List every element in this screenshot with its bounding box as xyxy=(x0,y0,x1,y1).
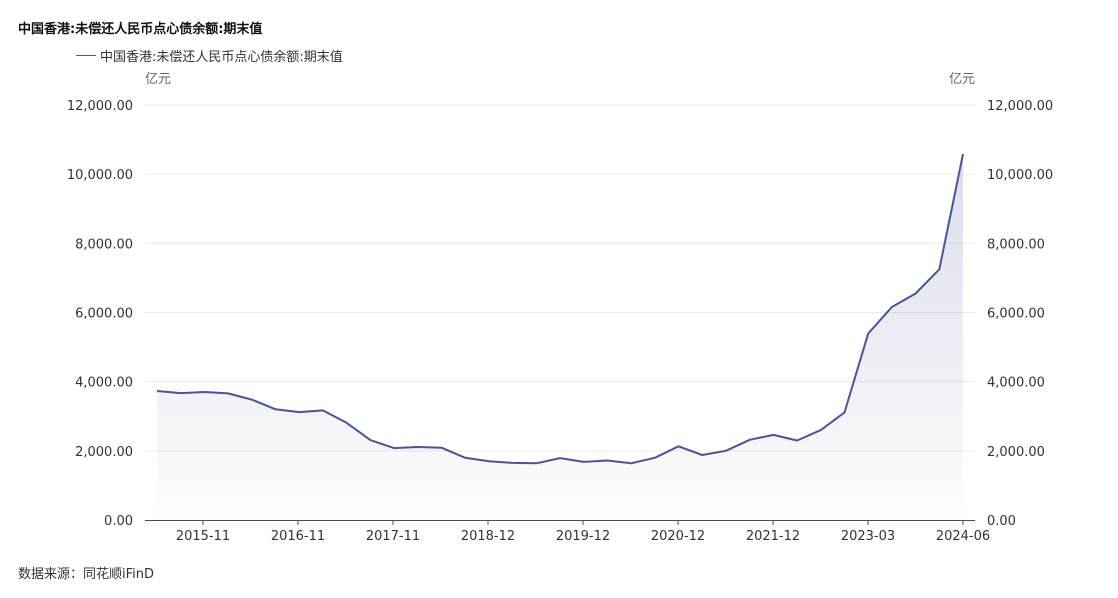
y-tick-label-right: 0.00 xyxy=(987,514,1016,529)
x-axis-labels: 2015-11 2016-11 2017-11 2018-12 2019-12 2020-… xyxy=(176,520,990,544)
data-point[interactable] xyxy=(179,391,183,395)
data-point[interactable] xyxy=(155,389,159,393)
x-tick-label: 2016-11 xyxy=(271,529,325,544)
x-tick-label: 2024-06 xyxy=(936,529,990,544)
x-tick-label: 2020-12 xyxy=(651,529,705,544)
series-area-fill xyxy=(157,154,963,520)
y-tick-label-right: 12,000.00 xyxy=(987,99,1053,114)
data-point[interactable] xyxy=(629,461,633,465)
data-point[interactable] xyxy=(274,407,278,411)
x-tick-label: 2018-12 xyxy=(461,529,515,544)
series-area xyxy=(157,154,963,520)
data-point[interactable] xyxy=(771,433,775,437)
y-tick-label-left: 8,000.00 xyxy=(75,237,133,252)
data-point[interactable] xyxy=(677,444,681,448)
data-point[interactable] xyxy=(345,421,349,425)
data-point[interactable] xyxy=(748,438,752,442)
data-point[interactable] xyxy=(392,446,396,450)
x-tick-label: 2023-03 xyxy=(841,529,895,544)
y-axis-left: 0.00 2,000.00 4,000.00 6,000.00 8,000.00 10,0… xyxy=(67,99,133,529)
x-tick-label: 2019-12 xyxy=(556,529,610,544)
data-point[interactable] xyxy=(961,152,965,156)
y-unit-left: 亿元 xyxy=(145,72,171,87)
y-tick-label-right: 2,000.00 xyxy=(987,445,1045,460)
y-tick-label-right: 8,000.00 xyxy=(987,237,1045,252)
y-tick-label-right: 6,000.00 xyxy=(987,307,1045,322)
data-point[interactable] xyxy=(890,305,894,309)
chart-area: 0.00 2,000.00 4,000.00 6,000.00 8,000.00 10,0… xyxy=(67,72,1053,544)
data-point[interactable] xyxy=(605,459,609,463)
data-point[interactable] xyxy=(866,332,870,336)
data-point[interactable] xyxy=(653,456,657,460)
x-tick-label: 2015-11 xyxy=(176,529,230,544)
data-point[interactable] xyxy=(724,449,728,453)
data-point[interactable] xyxy=(321,408,325,412)
y-tick-label-right: 4,000.00 xyxy=(987,376,1045,391)
data-point[interactable] xyxy=(250,398,254,402)
x-tick-label: 2017-11 xyxy=(366,529,420,544)
data-point[interactable] xyxy=(487,459,491,463)
data-point[interactable] xyxy=(202,390,206,394)
data-point[interactable] xyxy=(843,410,847,414)
data-point[interactable] xyxy=(463,456,467,460)
data-point[interactable] xyxy=(534,461,538,465)
y-tick-label-left: 2,000.00 xyxy=(75,445,133,460)
data-point[interactable] xyxy=(440,446,444,450)
y-tick-label-left: 4,000.00 xyxy=(75,376,133,391)
y-unit-right: 亿元 xyxy=(949,72,975,87)
data-point[interactable] xyxy=(914,292,918,296)
y-tick-label-left: 12,000.00 xyxy=(67,99,133,114)
data-point[interactable] xyxy=(937,267,941,271)
data-point[interactable] xyxy=(226,391,230,395)
data-point[interactable] xyxy=(582,460,586,464)
y-tick-label-left: 6,000.00 xyxy=(75,307,133,322)
data-point[interactable] xyxy=(795,439,799,443)
data-point[interactable] xyxy=(819,428,823,432)
y-axis-right: 0.00 2,000.00 4,000.00 6,000.00 8,000.00 10,0… xyxy=(987,99,1053,529)
data-point[interactable] xyxy=(368,438,372,442)
data-point[interactable] xyxy=(511,461,515,465)
data-point[interactable] xyxy=(416,445,420,449)
data-point[interactable] xyxy=(297,410,301,414)
data-point[interactable] xyxy=(558,456,562,460)
data-source: 数据来源：同花顺iFinD xyxy=(18,567,155,582)
x-tick-label: 2021-12 xyxy=(746,529,800,544)
data-point[interactable] xyxy=(700,453,704,457)
y-tick-label-right: 10,000.00 xyxy=(987,168,1053,183)
y-tick-label-left: 0.00 xyxy=(104,514,133,529)
y-tick-label-left: 10,000.00 xyxy=(67,168,133,183)
